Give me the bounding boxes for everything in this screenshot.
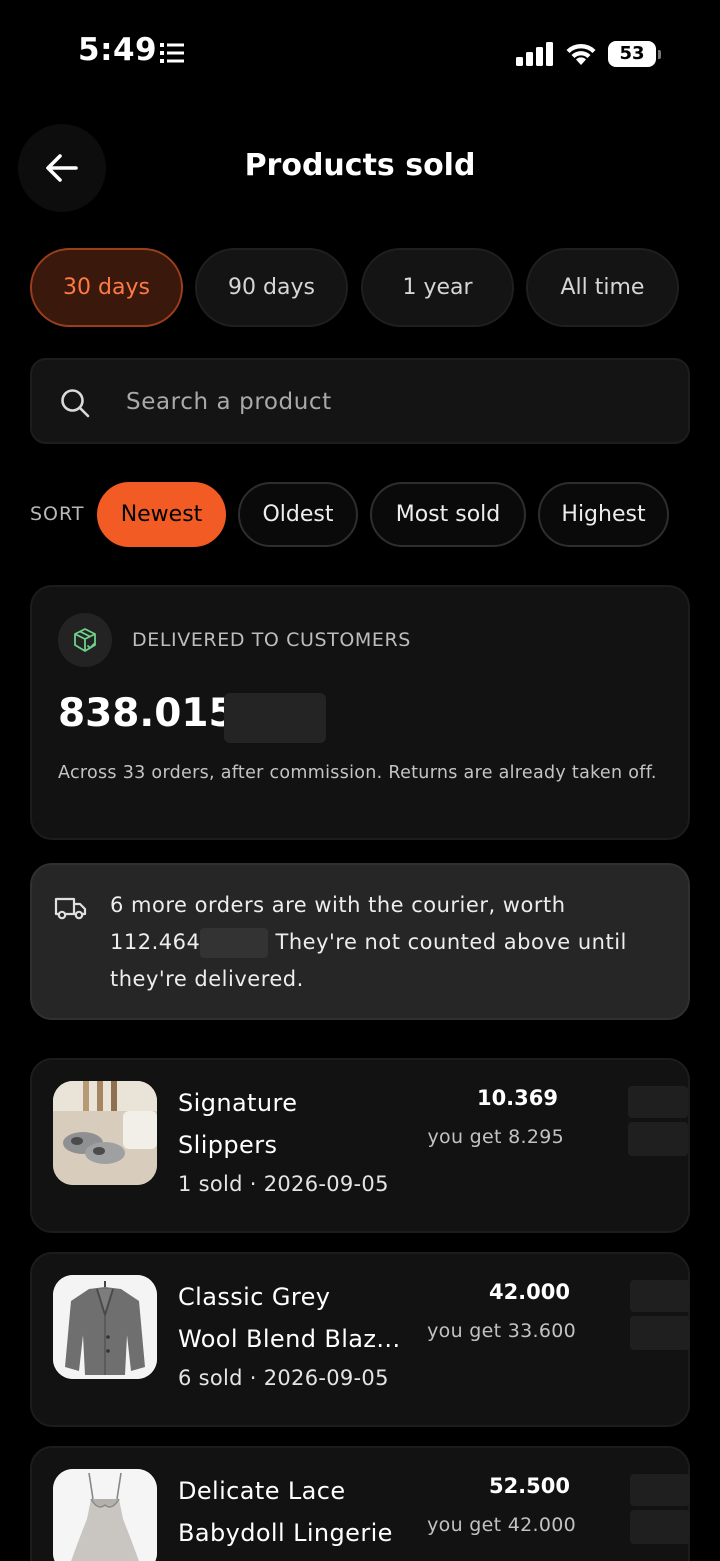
product-you-get: you get 42.000	[427, 1514, 576, 1536]
sort-newest-chip[interactable]: Newest	[97, 482, 226, 547]
hidden-currency	[628, 1086, 688, 1118]
delivered-label: DELIVERED TO CUSTOMERS	[132, 629, 411, 651]
battery-icon: 53	[608, 41, 661, 67]
sort-highest-chip[interactable]: Highest	[538, 482, 669, 547]
product-name: Signature Slippers	[178, 1089, 298, 1159]
cellular-signal-icon	[516, 42, 553, 66]
courier-amount: 112.464	[110, 930, 201, 954]
hidden-currency	[224, 693, 326, 743]
product-name: Classic Grey Wool Blend Blaz...	[178, 1283, 401, 1353]
hidden-currency	[628, 1122, 688, 1156]
hidden-currency	[630, 1280, 690, 1312]
courier-text: 6 more orders are with the courier, wort…	[110, 887, 670, 998]
period-90-days-chip[interactable]: 90 days	[195, 248, 348, 327]
search-input[interactable]	[126, 382, 666, 422]
status-bar: 5:49 53	[0, 0, 720, 100]
status-time: 5:49	[78, 32, 158, 68]
period-30-days-chip[interactable]: 30 days	[30, 248, 183, 327]
hidden-currency	[200, 928, 269, 958]
product-price: 52.500	[488, 1474, 570, 1498]
product-thumbnail-lingerie	[53, 1469, 157, 1561]
product-price: 42.000	[488, 1280, 570, 1304]
sort-most-sold-chip[interactable]: Most sold	[370, 482, 526, 547]
product-meta: 6 sold · 2026-09-05	[178, 1366, 389, 1390]
courier-line1: 6 more orders are with the courier, wort…	[110, 893, 566, 917]
delivered-note: Across 33 orders, after commission. Retu…	[58, 763, 657, 783]
product-name: Delicate Lace Babydoll Lingerie	[178, 1477, 393, 1547]
hidden-currency	[630, 1474, 690, 1506]
product-card[interactable]: Classic Grey Wool Blend Blaz... 6 sold ·…	[30, 1252, 690, 1427]
product-meta: 1 sold · 2026-09-05	[178, 1172, 389, 1196]
product-price: 10.369	[476, 1086, 558, 1110]
product-card[interactable]: Signature Slippers 1 sold · 2026-09-05 1…	[30, 1058, 690, 1233]
hidden-currency	[630, 1510, 690, 1544]
product-card[interactable]: Delicate Lace Babydoll Lingerie 52.500 y…	[30, 1446, 690, 1561]
products-sold-screen: 5:49 53 Products sold 30 days 90 days 1 …	[0, 0, 720, 1561]
delivered-summary-card: DELIVERED TO CUSTOMERS 838.015 Across 33…	[30, 585, 690, 840]
sort-oldest-chip[interactable]: Oldest	[238, 482, 358, 547]
search-bar[interactable]	[30, 358, 690, 444]
period-1-year-chip[interactable]: 1 year	[361, 248, 514, 327]
page-title: Products sold	[244, 148, 476, 183]
product-you-get: you get 33.600	[427, 1320, 576, 1342]
wifi-icon	[566, 43, 596, 65]
product-thumbnail-slippers	[53, 1081, 157, 1185]
product-thumbnail-coat	[53, 1275, 157, 1379]
truck-icon	[54, 897, 87, 920]
search-icon	[61, 389, 90, 418]
list-icon	[160, 43, 184, 63]
delivered-amount: 838.015	[58, 691, 236, 736]
sort-label: SORT	[30, 503, 85, 525]
battery-level: 53	[608, 41, 656, 67]
product-you-get: you get 8.295	[427, 1126, 564, 1148]
hidden-currency	[630, 1316, 690, 1350]
period-all-time-chip[interactable]: All time	[526, 248, 679, 327]
courier-notice: 6 more orders are with the courier, wort…	[30, 863, 690, 1020]
package-check-icon	[58, 613, 112, 667]
